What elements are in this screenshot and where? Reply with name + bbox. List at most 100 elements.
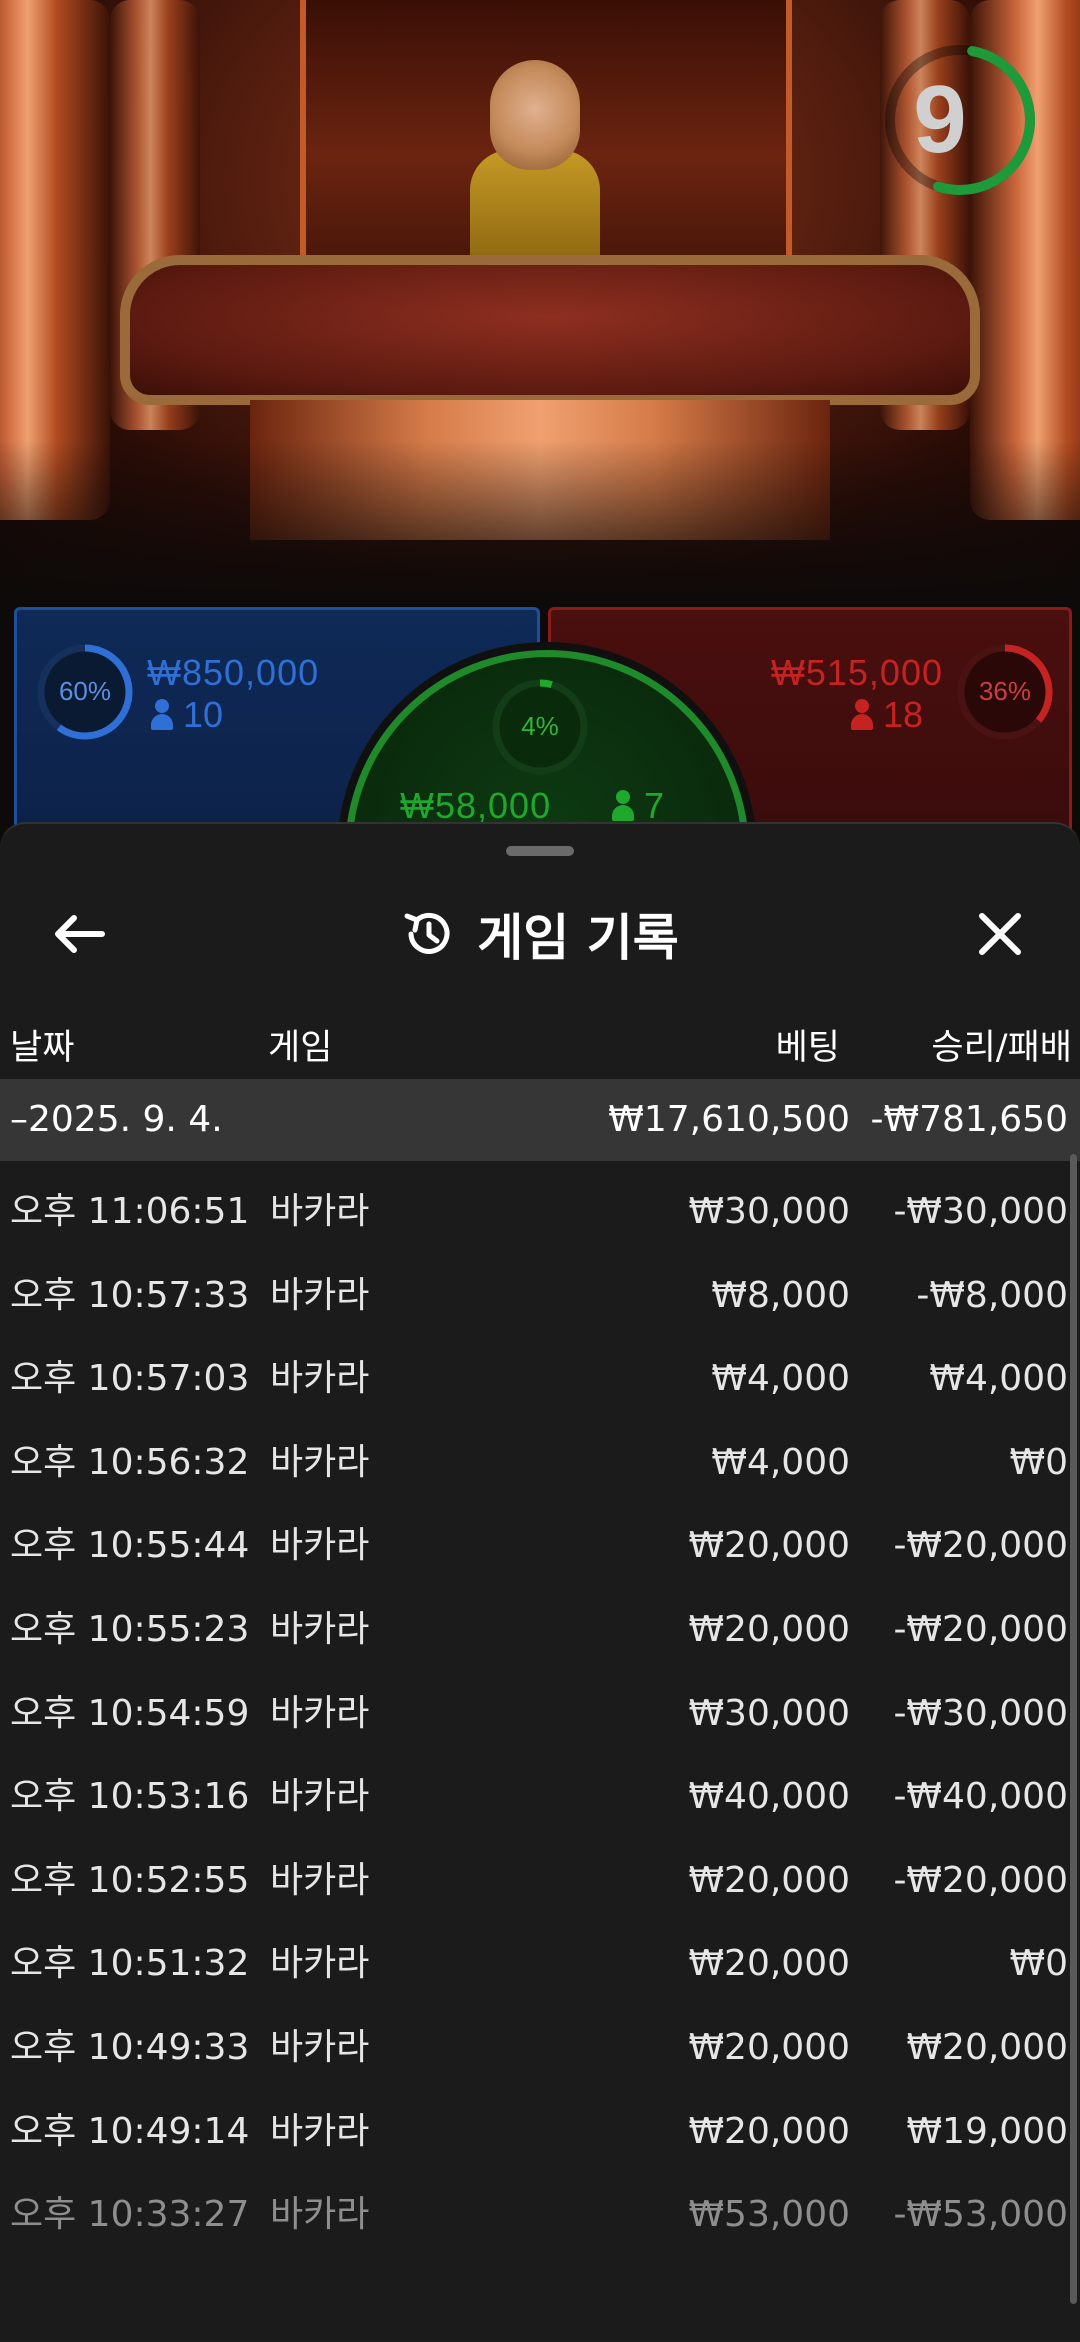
row-bet: ₩20,000: [688, 1525, 850, 1567]
history-row[interactable]: 오후 10:55:44 바카라 ₩20,000 -₩20,000: [0, 1504, 1070, 1588]
history-row[interactable]: 오후 10:51:32 바카라 ₩20,000 ₩0: [0, 1922, 1070, 2006]
game-history-sheet: 게임 기록 날짜 게임 베팅 승리/패배 –2025. 9. 4. ₩17,61…: [0, 822, 1080, 2342]
drag-handle[interactable]: [506, 846, 574, 856]
row-bet: ₩8,000: [711, 1274, 850, 1316]
row-game: 바카라: [270, 1776, 370, 1818]
history-row[interactable]: 오후 10:54:59 바카라 ₩30,000 -₩30,000: [0, 1672, 1070, 1756]
scrollbar[interactable]: [1070, 1154, 1077, 2304]
row-game: 바카라: [270, 1943, 370, 1985]
row-time: 오후 10:51:32: [10, 1943, 250, 1985]
history-row[interactable]: 오후 10:53:16 바카라 ₩40,000 -₩40,000: [0, 1755, 1070, 1839]
column-header-game: 게임: [268, 1028, 333, 1068]
history-row[interactable]: 오후 10:57:33 바카라 ₩8,000 -₩8,000: [0, 1254, 1070, 1338]
row-result: ₩4,000: [929, 1358, 1068, 1400]
close-icon: [979, 913, 1021, 955]
row-bet: ₩30,000: [688, 1191, 850, 1232]
date-summary-row[interactable]: –2025. 9. 4. ₩17,610,500 -₩781,650: [0, 1079, 1080, 1161]
row-result: -₩30,000: [893, 1191, 1068, 1232]
row-game: 바카라: [270, 1358, 370, 1400]
row-game: 바카라: [270, 1692, 370, 1734]
row-game: 바카라: [270, 1441, 370, 1483]
row-time: 오후 10:57:33: [10, 1274, 250, 1316]
row-game: 바카라: [270, 1859, 370, 1901]
row-time: 오후 10:49:33: [10, 2026, 250, 2068]
banker-percent: 36%: [978, 676, 1032, 706]
row-time: 오후 10:52:55: [10, 1859, 250, 1901]
person-icon: [610, 790, 636, 822]
row-game: 바카라: [270, 2110, 370, 2152]
banker-count-value: 18: [883, 694, 924, 735]
countdown-value: 9: [913, 66, 967, 173]
row-bet: ₩20,000: [688, 2110, 850, 2152]
row-time: 오후 10:53:16: [10, 1776, 250, 1818]
row-game: 바카라: [270, 2194, 370, 2236]
row-bet: ₩4,000: [711, 1358, 850, 1400]
row-time: 오후 10:33:27: [10, 2194, 250, 2236]
column-header-bet: 베팅: [775, 1028, 840, 1068]
player-count: 10: [149, 694, 223, 736]
row-time: 오후 10:57:03: [10, 1358, 250, 1400]
banker-amount: ₩515,000: [770, 652, 943, 693]
banker-count: 18: [849, 694, 923, 736]
history-row[interactable]: 오후 10:49:33 바카라 ₩20,000 ₩20,000: [0, 2006, 1070, 2090]
row-result: -₩20,000: [893, 1525, 1068, 1567]
sheet-title: 게임 기록: [477, 909, 679, 967]
video-fade: [0, 440, 1080, 600]
row-bet: ₩20,000: [688, 1859, 850, 1901]
baccarat-table: [120, 255, 980, 405]
summary-date: –2025. 9. 4.: [10, 1099, 223, 1140]
row-result: -₩30,000: [893, 1692, 1068, 1734]
column-header-date: 날짜: [10, 1028, 75, 1068]
history-row[interactable]: 오후 10:52:55 바카라 ₩20,000 -₩20,000: [0, 1839, 1070, 1923]
person-icon: [849, 699, 875, 731]
history-row[interactable]: 오후 10:55:23 바카라 ₩20,000 -₩20,000: [0, 1588, 1070, 1672]
tie-count: 7: [610, 785, 664, 827]
row-bet: ₩40,000: [688, 1776, 850, 1818]
dealer-head: [490, 60, 580, 170]
back-button[interactable]: [40, 894, 120, 974]
row-time: 오후 10:54:59: [10, 1692, 250, 1734]
row-result: -₩20,000: [893, 1859, 1068, 1901]
row-bet: ₩4,000: [711, 1441, 850, 1483]
row-bet: ₩53,000: [688, 2194, 850, 2236]
player-count-value: 10: [183, 694, 224, 735]
row-time: 오후 10:55:23: [10, 1608, 250, 1650]
arrow-left-icon: [55, 915, 105, 953]
row-game: 바카라: [270, 1525, 370, 1567]
row-result: -₩20,000: [893, 1608, 1068, 1650]
row-bet: ₩20,000: [688, 1608, 850, 1650]
history-row[interactable]: 오후 10:49:14 바카라 ₩20,000 ₩19,000: [0, 2090, 1070, 2174]
person-icon: [149, 699, 175, 731]
player-amount: ₩850,000: [147, 652, 320, 693]
summary-result: -₩781,650: [870, 1099, 1068, 1140]
history-row[interactable]: 오후 10:57:03 바카라 ₩4,000 ₩4,000: [0, 1337, 1070, 1421]
row-result: ₩0: [1009, 1441, 1069, 1483]
row-bet: ₩20,000: [688, 2026, 850, 2068]
history-row[interactable]: 오후 10:33:27 바카라 ₩53,000 -₩53,000: [0, 2173, 1070, 2257]
close-button[interactable]: [960, 894, 1040, 974]
row-time: 오후 10:55:44: [10, 1525, 250, 1567]
history-list: 오후 11:06:51 바카라 ₩30,000 -₩30,000 오후 10:57:33…: [0, 1170, 1070, 2257]
tie-count-value: 7: [644, 785, 665, 826]
row-game: 바카라: [270, 1191, 370, 1232]
tie-percent: 4%: [521, 711, 559, 741]
row-game: 바카라: [270, 1608, 370, 1650]
row-result: -₩53,000: [893, 2194, 1068, 2236]
sheet-header: 게임 기록: [0, 864, 1080, 1004]
row-result: ₩20,000: [906, 2026, 1068, 2068]
history-row[interactable]: 오후 11:06:51 바카라 ₩30,000 -₩30,000: [0, 1170, 1070, 1254]
row-result: ₩0: [1009, 1943, 1069, 1985]
tie-amount: ₩58,000: [400, 785, 552, 826]
row-game: 바카라: [270, 1274, 370, 1316]
row-bet: ₩30,000: [688, 1692, 850, 1734]
row-result: -₩40,000: [893, 1776, 1068, 1818]
history-row[interactable]: 오후 10:56:32 바카라 ₩4,000 ₩0: [0, 1421, 1070, 1505]
row-result: -₩8,000: [916, 1274, 1068, 1316]
row-time: 오후 10:56:32: [10, 1441, 250, 1483]
summary-bet: ₩17,610,500: [608, 1099, 850, 1140]
row-time: 오후 11:06:51: [10, 1191, 250, 1232]
row-result: ₩19,000: [906, 2110, 1068, 2152]
column-header-result: 승리/패배: [931, 1028, 1072, 1068]
row-game: 바카라: [270, 2026, 370, 2068]
player-percent: 60%: [58, 676, 112, 706]
